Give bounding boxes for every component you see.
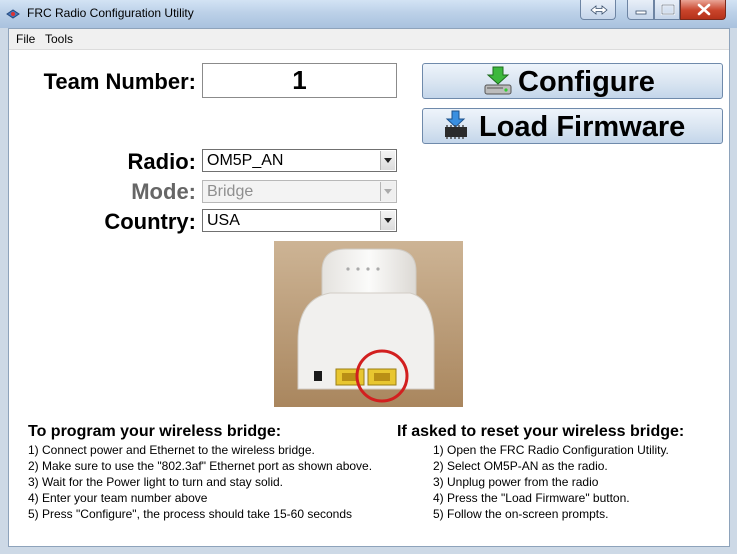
green-arrow-drive-icon — [484, 66, 512, 95]
minimize-button[interactable] — [627, 0, 654, 20]
team-number-input[interactable]: 1 — [202, 63, 397, 98]
program-step: 3) Wait for the Power light to turn and … — [28, 475, 284, 489]
minimize-icon — [635, 10, 647, 15]
blue-arrow-chip-icon — [445, 110, 467, 139]
country-label: Country: — [104, 209, 196, 234]
program-heading: To program your wireless bridge: — [28, 423, 282, 440]
maximize-icon — [660, 3, 676, 16]
main-window: File Tools Team Number: 1 Configure Load… — [8, 28, 730, 547]
program-step: 5) Press "Configure", the process should… — [28, 507, 353, 521]
mode-select: Bridge — [202, 180, 397, 203]
team-number-label: Team Number: — [43, 69, 196, 94]
menu-bar: File Tools — [9, 29, 729, 50]
program-step: 1) Connect power and Ethernet to the wir… — [28, 443, 315, 457]
resize-arrows-button[interactable] — [580, 0, 616, 20]
title-bar: FRC Radio Configuration Utility — [0, 0, 737, 28]
radio-select-value: OM5P_AN — [207, 152, 284, 169]
radio-label: Radio: — [127, 149, 196, 174]
close-icon — [697, 3, 711, 16]
maximize-button[interactable] — [654, 0, 680, 20]
load-firmware-label: Load Firmware — [479, 111, 686, 143]
radio-select[interactable]: OM5P_AN — [202, 149, 397, 172]
mode-label: Mode: — [131, 179, 196, 204]
resize-arrows-icon — [590, 5, 608, 15]
reset-step: 1) Open the FRC Radio Configuration Util… — [433, 443, 669, 457]
reset-step: 2) Select OM5P-AN as the radio. — [433, 459, 608, 473]
reset-step: 3) Unplug power from the radio — [433, 475, 599, 489]
menu-tools[interactable]: Tools — [45, 32, 73, 46]
chevron-down-icon — [384, 158, 392, 163]
mode-select-value: Bridge — [207, 183, 254, 200]
country-select-value: USA — [207, 212, 240, 229]
chevron-down-icon — [384, 189, 392, 194]
radio-photo — [274, 241, 463, 407]
program-step: 4) Enter your team number above — [28, 491, 208, 505]
load-firmware-button[interactable]: Load Firmware — [422, 108, 723, 144]
program-step: 2) Make sure to use the "802.3af" Ethern… — [28, 459, 373, 473]
configure-button[interactable]: Configure — [422, 63, 723, 99]
window-title: FRC Radio Configuration Utility — [27, 6, 194, 20]
reset-step: 5) Follow the on-screen prompts. — [433, 507, 609, 521]
radio-dropdown-arrow[interactable] — [380, 151, 395, 170]
menu-file[interactable]: File — [16, 32, 35, 46]
chevron-down-icon — [384, 218, 392, 223]
app-icon — [6, 9, 20, 19]
country-dropdown-arrow[interactable] — [380, 211, 395, 230]
country-select[interactable]: USA — [202, 209, 397, 232]
configure-label: Configure — [518, 66, 655, 98]
reset-step: 4) Press the "Load Firmware" button. — [433, 491, 630, 505]
reset-heading: If asked to reset your wireless bridge: — [397, 423, 685, 440]
close-button[interactable] — [680, 0, 726, 20]
mode-dropdown-arrow — [380, 182, 395, 201]
